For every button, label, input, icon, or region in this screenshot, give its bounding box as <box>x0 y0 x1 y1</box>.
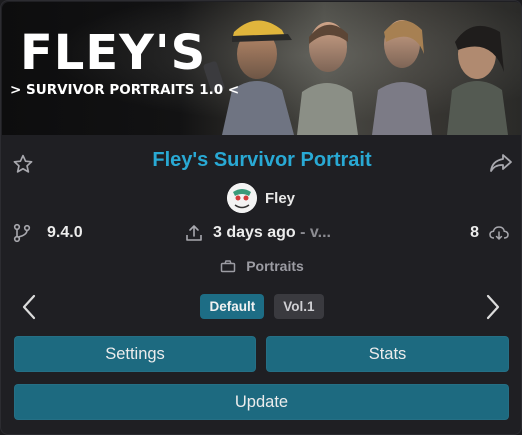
stats-button[interactable]: Stats <box>266 336 509 372</box>
cloud-download-icon <box>489 226 509 241</box>
author-avatar-icon <box>227 183 257 213</box>
banner-subtitle: > SURVIVOR PORTRAITS 1.0 < <box>10 82 240 98</box>
category-tag[interactable]: Portraits <box>1 256 521 276</box>
upload-icon <box>186 225 202 241</box>
version-info: 9.4.0 <box>13 221 83 245</box>
chevron-right-icon <box>486 294 500 320</box>
author-link[interactable]: Fley <box>227 183 295 213</box>
downloads-info: 8 <box>470 221 509 245</box>
share-arrow-icon <box>490 154 512 172</box>
mod-title[interactable]: Fley's Survivor Portrait <box>1 149 521 172</box>
mod-banner-image: FLEY'S > SURVIVOR PORTRAITS 1.0 < <box>2 2 521 135</box>
avatar <box>227 183 257 213</box>
variant-selector: Default Vol.1 <box>1 294 521 319</box>
updated-time: 3 days ago <box>213 224 296 241</box>
category-tag-icon <box>220 260 236 273</box>
banner-title: FLEY'S <box>20 25 207 81</box>
variant-default[interactable]: Default <box>200 294 265 319</box>
category-label: Portraits <box>246 258 304 274</box>
settings-button[interactable]: Settings <box>14 336 256 372</box>
download-count: 8 <box>470 224 479 241</box>
updated-suffix: - v... <box>300 224 331 241</box>
update-button[interactable]: Update <box>14 384 509 420</box>
git-branch-icon <box>13 223 31 243</box>
share-button[interactable] <box>487 150 515 176</box>
next-variant-button[interactable] <box>479 291 507 323</box>
banner-characters-art <box>203 20 508 135</box>
mod-card: FLEY'S > SURVIVOR PORTRAITS 1.0 < Fley's… <box>0 0 522 435</box>
author-name: Fley <box>265 189 296 207</box>
variant-vol1[interactable]: Vol.1 <box>274 294 324 319</box>
updated-info: 3 days ago - v... <box>185 221 331 245</box>
version-number: 9.4.0 <box>47 224 83 241</box>
